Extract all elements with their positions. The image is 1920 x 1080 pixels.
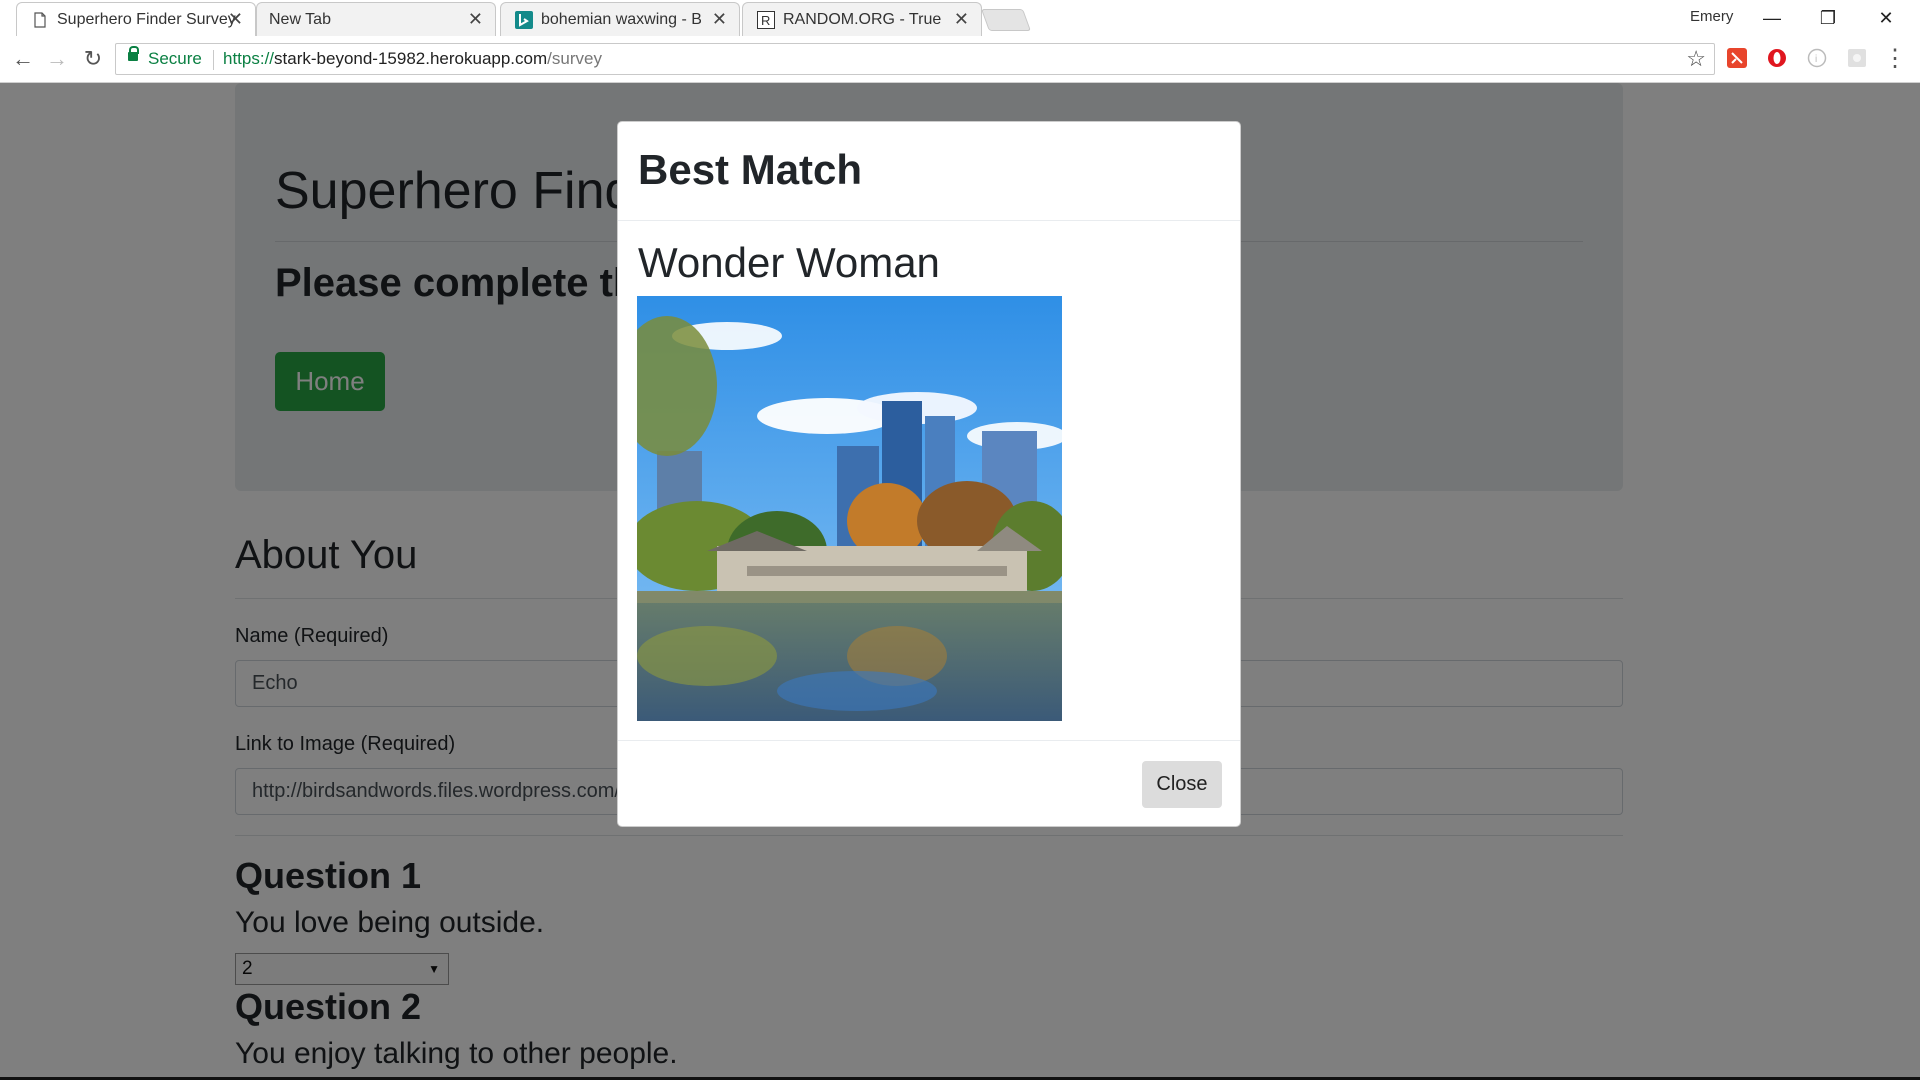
tab-random-org[interactable]: R RANDOM.ORG - True Ra ✕ <box>742 2 982 36</box>
page-icon <box>34 12 46 28</box>
match-image <box>637 296 1062 721</box>
back-icon[interactable]: ← <box>8 44 38 74</box>
divider <box>213 50 214 70</box>
tab-new-tab[interactable]: New Tab ✕ <box>256 2 496 36</box>
match-name: Wonder Woman <box>638 239 940 286</box>
extension-circle-icon[interactable]: i <box>1806 47 1828 69</box>
bookmark-star-icon[interactable]: ☆ <box>1686 46 1706 72</box>
tab-title: bohemian waxwing - Bin <box>541 11 701 28</box>
divider <box>618 740 1240 741</box>
menu-icon[interactable]: ⋮ <box>1880 44 1910 74</box>
tab-title: RANDOM.ORG - True Ra <box>783 11 943 28</box>
forward-icon[interactable]: → <box>42 44 72 74</box>
tab-title: New Tab <box>269 11 331 28</box>
divider <box>618 220 1240 221</box>
tab-strip: Superhero Finder Survey ✕ New Tab ✕ bohe… <box>0 0 1920 36</box>
browser-toolbar: ← → ↻ Secure https://stark-beyond-15982.… <box>0 36 1920 83</box>
url-text[interactable]: https://stark-beyond-15982.herokuapp.com… <box>223 49 602 69</box>
lock-icon <box>128 46 139 61</box>
address-bar[interactable]: Secure https://stark-beyond-15982.heroku… <box>115 43 1715 75</box>
best-match-modal: Best Match Wonder Woman Close <box>617 121 1241 827</box>
extension-gray-icon[interactable] <box>1846 47 1868 69</box>
new-tab-button[interactable] <box>980 9 1032 31</box>
close-tab-icon[interactable]: ✕ <box>954 9 969 30</box>
modal-title: Best Match <box>638 146 863 193</box>
close-button[interactable]: Close <box>1142 761 1222 808</box>
url-scheme: https:// <box>223 49 275 68</box>
reload-icon[interactable]: ↻ <box>78 44 108 74</box>
random-org-icon: R <box>757 11 775 29</box>
tab-superhero-finder[interactable]: Superhero Finder Survey ✕ <box>16 2 256 36</box>
window-close-icon[interactable]: ✕ <box>1866 4 1906 32</box>
url-path: /survey <box>547 49 602 68</box>
restore-icon[interactable]: ❐ <box>1808 4 1848 32</box>
url-host: stark-beyond-15982.herokuapp.com <box>274 49 548 68</box>
security-label: Secure <box>148 49 202 68</box>
minimize-icon[interactable]: — <box>1752 4 1792 32</box>
close-tab-icon[interactable]: ✕ <box>228 9 243 30</box>
svg-text:i: i <box>1815 54 1817 65</box>
tab-title: Superhero Finder Survey <box>57 11 236 28</box>
bing-icon <box>515 11 533 29</box>
opera-icon[interactable] <box>1766 47 1788 69</box>
extension-red-icon[interactable] <box>1726 47 1748 69</box>
svg-text:R: R <box>761 13 770 28</box>
profile-name[interactable]: Emery <box>1690 8 1733 25</box>
close-tab-icon[interactable]: ✕ <box>712 9 727 30</box>
tab-bing[interactable]: bohemian waxwing - Bin ✕ <box>500 2 740 36</box>
close-tab-icon[interactable]: ✕ <box>468 9 483 30</box>
